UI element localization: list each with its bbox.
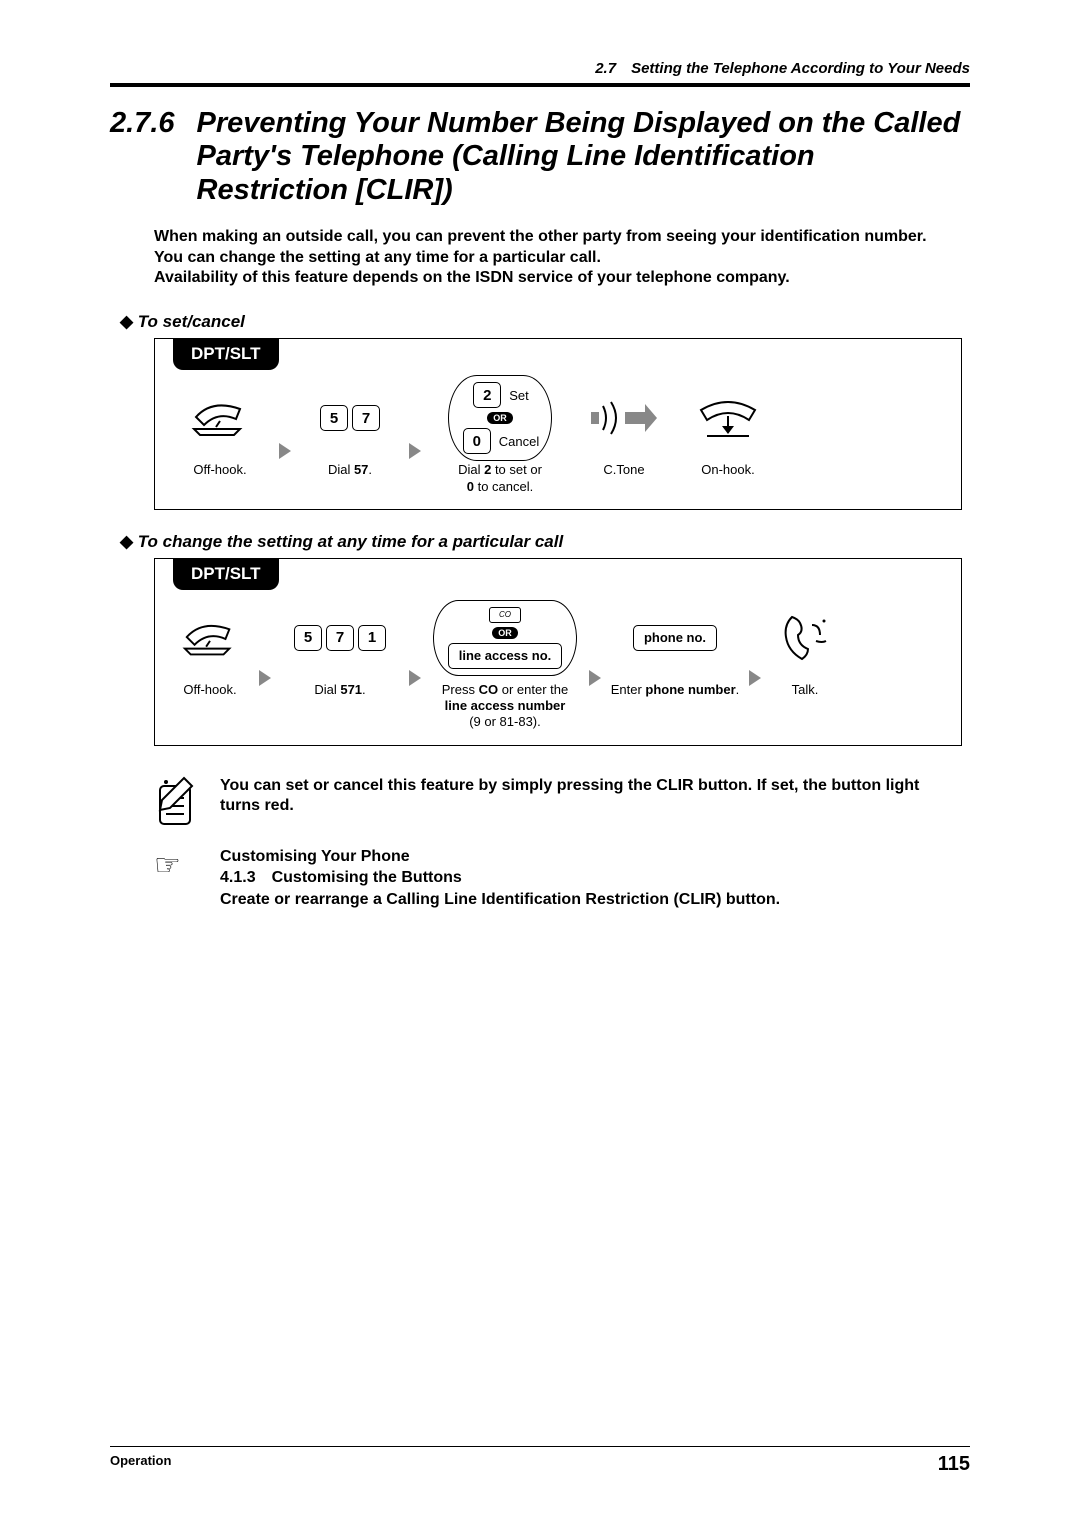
key-0: 0: [463, 428, 491, 454]
step-dial57-caption: Dial 57.: [328, 462, 372, 478]
step-talk-caption: Talk.: [792, 682, 819, 698]
section-number: 2.7.6: [110, 107, 175, 207]
line-access-key: line access no.: [448, 643, 563, 669]
or-pill: OR: [492, 627, 518, 639]
footer-rule: [110, 1446, 970, 1447]
note-text: You can set or cancel this feature by si…: [220, 776, 962, 832]
arrow-icon: [749, 670, 761, 686]
page-footer: Operation 115: [110, 1446, 970, 1476]
intro-line-1: When making an outside call, you can pre…: [154, 227, 970, 247]
phone-type-tab: DPT/SLT: [173, 558, 279, 590]
phone-no-key: phone no.: [633, 625, 717, 651]
step-dial571-caption: Dial 571.: [314, 682, 365, 698]
notepad-icon: [154, 776, 200, 832]
arrow-icon: [279, 443, 291, 459]
label-cancel: Cancel: [499, 434, 539, 449]
step-set-cancel-caption: Dial 2 to set or 0 to cancel.: [458, 462, 542, 495]
option-group: 2 Set OR 0 Cancel: [448, 375, 552, 461]
step-phoneno-caption: Enter phone number.: [611, 682, 740, 698]
reference-block: ☞ Customising Your Phone 4.1.3 Customisi…: [154, 846, 962, 911]
offhook-icon: [190, 382, 250, 454]
or-pill: OR: [487, 412, 513, 424]
step-offhook-caption: Off-hook.: [183, 682, 236, 698]
running-header: 2.7 Setting the Telephone According to Y…: [110, 60, 970, 77]
pointing-hand-icon: ☞: [154, 846, 200, 911]
label-set: Set: [509, 388, 529, 403]
key-5: 5: [294, 625, 322, 651]
procedure-box-2: DPT/SLT Off-hook. 5 7 1 Dial 571.: [154, 558, 962, 746]
step-co-caption: Press CO or enter the line access number…: [442, 682, 568, 731]
intro-paragraph: When making an outside call, you can pre…: [154, 227, 970, 288]
arrow-icon: [409, 670, 421, 686]
key-7: 7: [326, 625, 354, 651]
section-title: Preventing Your Number Being Displayed o…: [197, 107, 971, 207]
offhook-icon: [181, 602, 239, 674]
key-5: 5: [320, 405, 348, 431]
talk-icon: [778, 602, 832, 674]
phone-type-tab: DPT/SLT: [173, 338, 279, 370]
key-1: 1: [358, 625, 386, 651]
step-onhook-caption: On-hook.: [701, 462, 754, 478]
arrow-icon: [589, 670, 601, 686]
procedure-box-1: DPT/SLT Off-hook. 5 7 Dial 57.: [154, 338, 962, 510]
arrow-icon: [409, 443, 421, 459]
header-rule: [110, 83, 970, 87]
subhead-set-cancel: To set/cancel: [120, 312, 970, 332]
key-2: 2: [473, 382, 501, 408]
footer-left: Operation: [110, 1453, 171, 1476]
subhead-change-per-call: To change the setting at any time for a …: [120, 532, 970, 552]
step-offhook-caption: Off-hook.: [193, 462, 246, 478]
note-block: You can set or cancel this feature by si…: [154, 776, 962, 832]
ctone-caption: C.Tone: [603, 462, 644, 478]
option-group-co: OR line access no.: [433, 600, 578, 676]
ctone-icon: [589, 382, 659, 454]
page-number: 115: [938, 1453, 970, 1476]
intro-line-3: Availability of this feature depends on …: [154, 268, 970, 288]
arrow-icon: [259, 670, 271, 686]
key-7: 7: [352, 405, 380, 431]
intro-line-2: You can change the setting at any time f…: [154, 248, 970, 268]
onhook-icon: [695, 382, 761, 454]
co-button-icon: [489, 607, 521, 623]
section-heading: 2.7.6 Preventing Your Number Being Displ…: [110, 107, 970, 207]
reference-text: Customising Your Phone 4.1.3 Customising…: [220, 846, 780, 911]
